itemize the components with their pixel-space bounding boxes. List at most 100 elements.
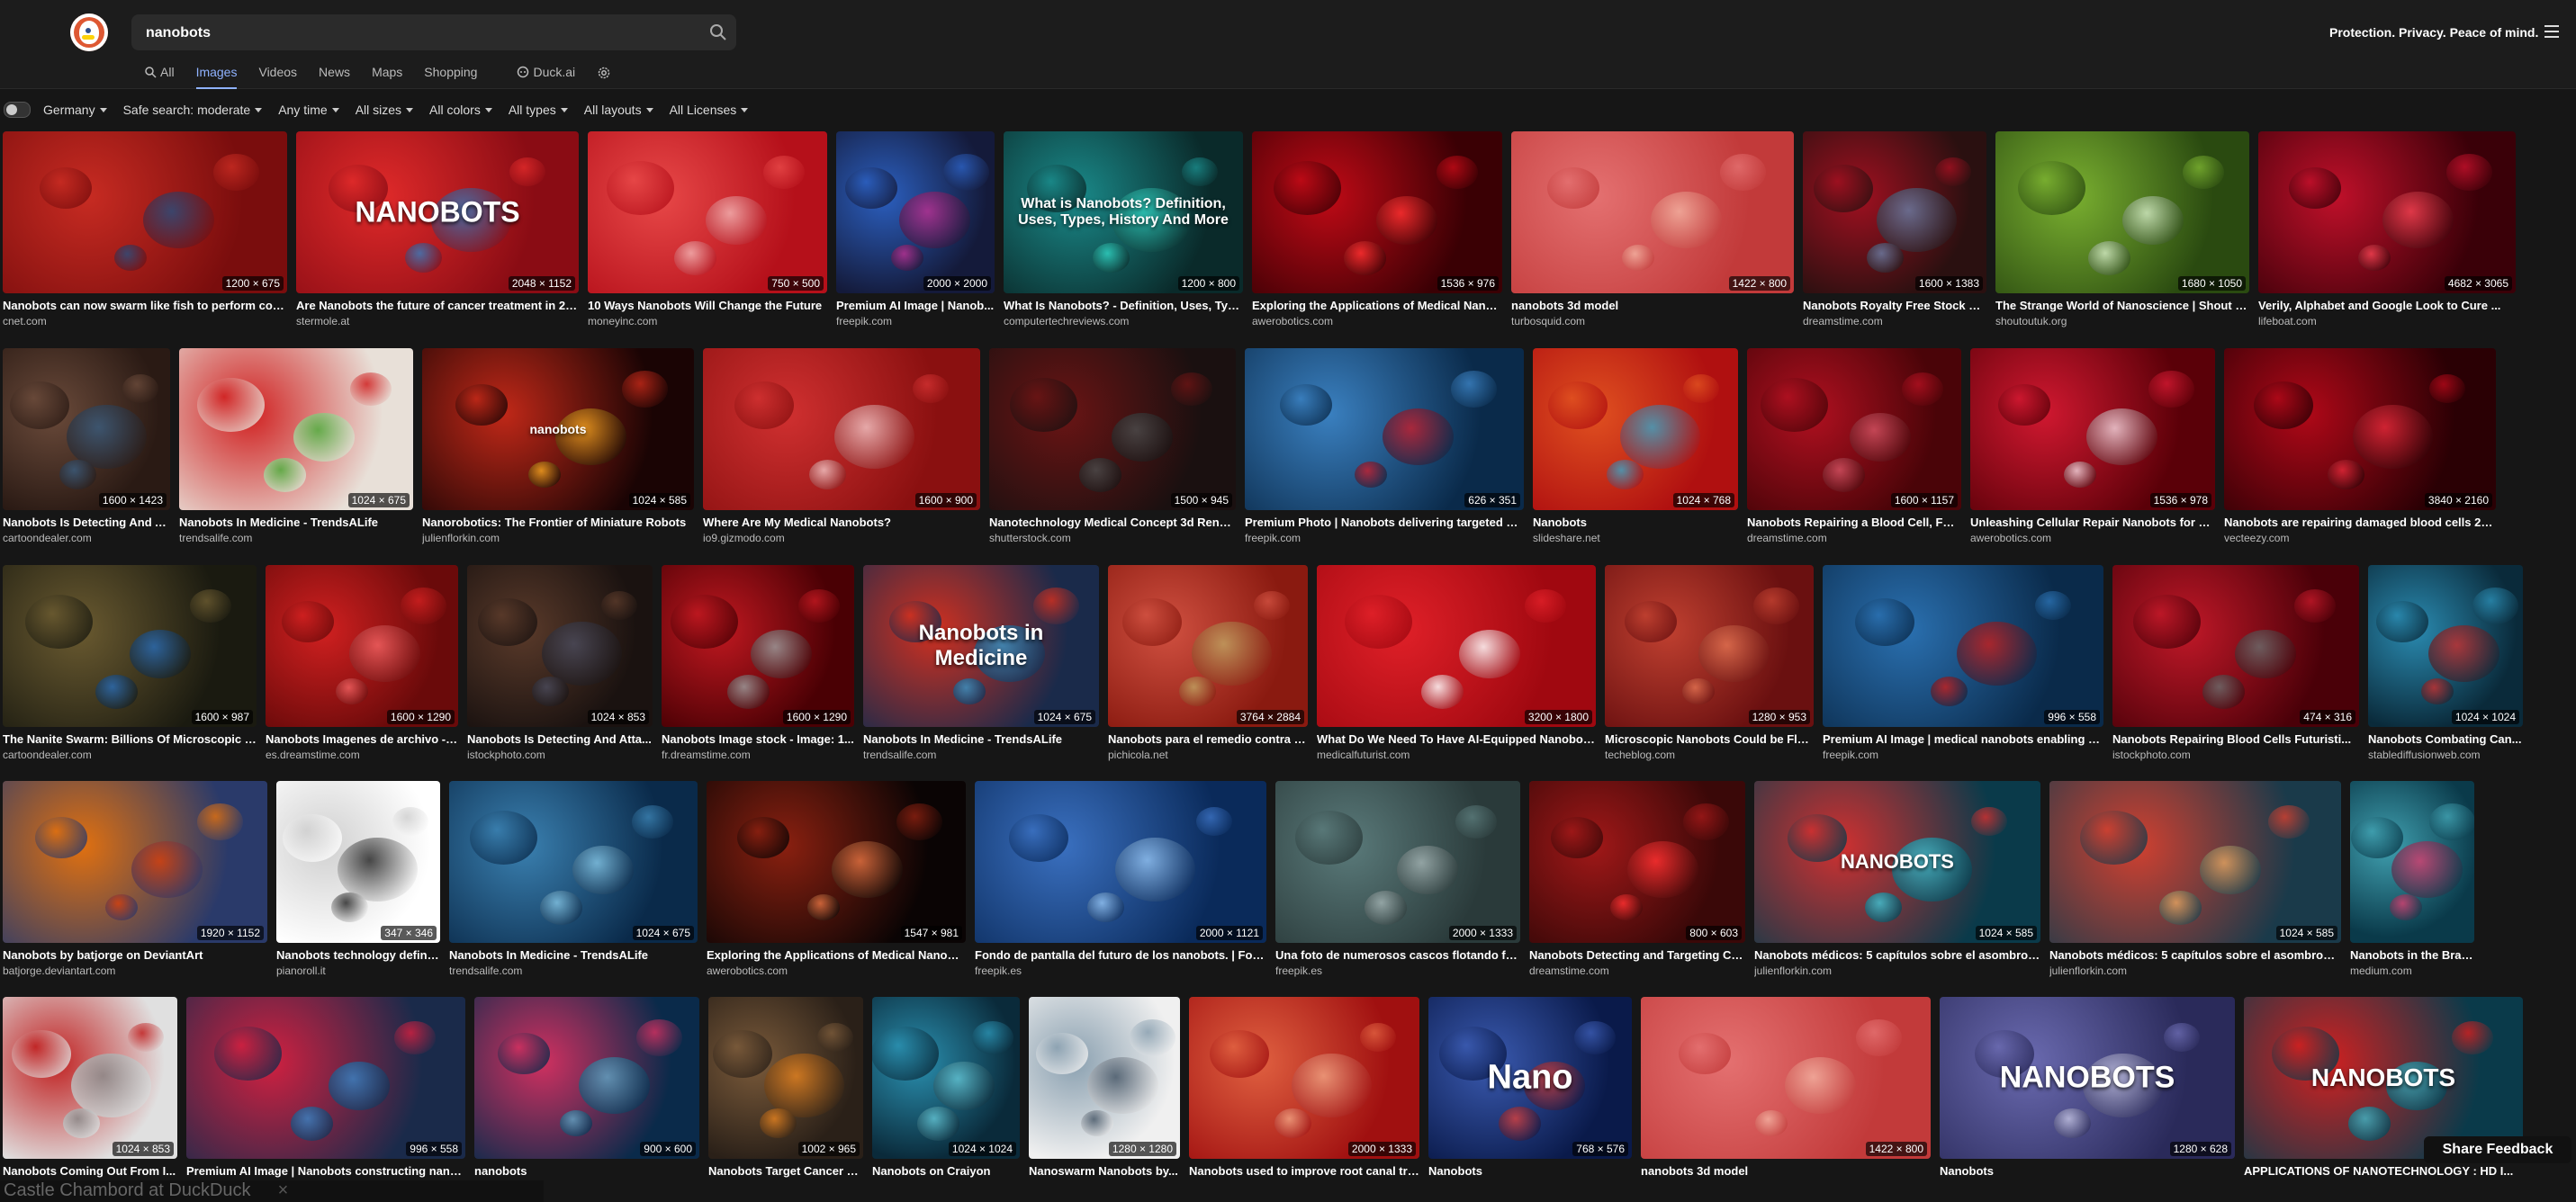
filter-license[interactable]: All Licenses bbox=[670, 103, 749, 117]
image-result[interactable]: 1600 × 987 The Nanite Swarm: Billions Of … bbox=[3, 565, 257, 761]
image-source[interactable]: pianoroll.it bbox=[276, 964, 440, 977]
image-source[interactable]: medium.com bbox=[2350, 964, 2474, 977]
image-result[interactable]: 1024 × 1024 Nanobots on Craiyon bbox=[872, 997, 1020, 1178]
image-result[interactable]: 750 × 500 10 Ways Nanobots Will Change th… bbox=[588, 131, 827, 327]
image-title[interactable]: The Strange World of Nanoscience | Shout… bbox=[1995, 299, 2249, 312]
image-result[interactable]: 1422 × 800 nanobots 3d model bbox=[1641, 997, 1931, 1178]
image-thumbnail[interactable]: NANOBOTS 2048 × 1152 bbox=[296, 131, 579, 293]
filter-region[interactable]: Germany bbox=[43, 103, 107, 117]
image-title[interactable]: Nanotechnology Medical Concept 3d Rende.… bbox=[989, 516, 1236, 529]
image-thumbnail[interactable]: 2000 × 1333 bbox=[1189, 997, 1419, 1159]
close-icon[interactable]: × bbox=[278, 1180, 289, 1200]
image-title[interactable]: Fondo de pantalla del futuro de los nano… bbox=[975, 948, 1266, 962]
image-thumbnail[interactable]: Nano 768 × 576 bbox=[1428, 997, 1632, 1159]
hamburger-menu-icon[interactable] bbox=[2544, 25, 2559, 38]
image-title[interactable]: The Nanite Swarm: Billions Of Microscopi… bbox=[3, 732, 257, 746]
image-thumbnail[interactable]: 1536 × 978 bbox=[1970, 348, 2215, 510]
image-thumbnail[interactable]: 4682 × 3065 bbox=[2258, 131, 2516, 293]
image-title[interactable]: Nanobots used to improve root canal tre.… bbox=[1189, 1164, 1419, 1178]
image-title[interactable]: Nanobots In Medicine - TrendsALife bbox=[179, 516, 413, 529]
tab-duck-ai[interactable]: Duck.ai bbox=[517, 61, 575, 83]
image-title[interactable]: Unleashing Cellular Repair Nanobots for … bbox=[1970, 516, 2215, 529]
image-title[interactable]: Are Nanobots the future of cancer treatm… bbox=[296, 299, 579, 312]
filter-layout[interactable]: All layouts bbox=[584, 103, 653, 117]
image-source[interactable]: istockphoto.com bbox=[2112, 749, 2359, 761]
image-source[interactable]: julienflorkin.com bbox=[422, 532, 694, 544]
image-title[interactable]: Nanobots bbox=[1428, 1164, 1632, 1178]
search-input[interactable] bbox=[144, 14, 688, 52]
image-title[interactable]: Nanobots Target Cancer C... bbox=[708, 1164, 863, 1178]
image-title[interactable]: nanobots bbox=[474, 1164, 699, 1178]
image-title[interactable]: Nanobots bbox=[1940, 1164, 2235, 1178]
image-thumbnail[interactable]: 1547 × 981 bbox=[707, 781, 966, 943]
image-result[interactable]: 1280 × 1280 Nanoswarm Nanobots by... bbox=[1029, 997, 1180, 1178]
image-result[interactable]: 2000 × 2000 Premium AI Image | Nanob... fr… bbox=[836, 131, 995, 327]
image-thumbnail[interactable]: 1200 × 675 bbox=[3, 131, 287, 293]
image-result[interactable]: 347 × 346 Nanobots technology definit... p… bbox=[276, 781, 440, 977]
image-thumbnail[interactable]: 1600 × 1423 bbox=[3, 348, 170, 510]
image-title[interactable]: Nanobots on Craiyon bbox=[872, 1164, 1020, 1178]
image-result[interactable]: 1500 × 945 Nanotechnology Medical Concept… bbox=[989, 348, 1236, 544]
image-result[interactable]: 1536 × 978 Unleashing Cellular Repair Nan… bbox=[1970, 348, 2215, 544]
image-result[interactable]: 1680 × 1050 The Strange World of Nanoscie… bbox=[1995, 131, 2249, 327]
image-thumbnail[interactable]: 1024 × 585 bbox=[2049, 781, 2341, 943]
image-source[interactable]: istockphoto.com bbox=[467, 749, 653, 761]
image-thumbnail[interactable]: 2000 × 1333 bbox=[1275, 781, 1520, 943]
image-result[interactable]: 626 × 351 Premium Photo | Nanobots delive… bbox=[1245, 348, 1524, 544]
image-thumbnail[interactable]: 996 × 558 bbox=[1823, 565, 2103, 727]
image-result[interactable]: NANOBOTS 2048 × 1152 Are Nanobots the futu… bbox=[296, 131, 579, 327]
image-thumbnail[interactable]: 1600 × 1290 bbox=[266, 565, 458, 727]
image-title[interactable]: Nanobots Image stock - Image: 1... bbox=[662, 732, 854, 746]
image-thumbnail[interactable]: 900 × 600 bbox=[474, 997, 699, 1159]
image-result[interactable]: 1600 × 900 Where Are My Medical Nanobots?… bbox=[703, 348, 980, 544]
image-source[interactable]: dreamstime.com bbox=[1803, 315, 1986, 327]
image-result[interactable]: 474 × 316 Nanobots Repairing Blood Cells … bbox=[2112, 565, 2359, 761]
image-source[interactable]: julienflorkin.com bbox=[2049, 964, 2341, 977]
image-source[interactable]: shoutoutuk.org bbox=[1995, 315, 2249, 327]
image-title[interactable]: Nanobots bbox=[1533, 516, 1738, 529]
image-thumbnail[interactable]: What is Nanobots? Definition, Uses, Type… bbox=[1004, 131, 1243, 293]
image-source[interactable]: freepik.es bbox=[975, 964, 1266, 977]
image-result[interactable]: 996 × 558 Premium AI Image | Nanobots con… bbox=[186, 997, 465, 1178]
image-thumbnail[interactable]: 1920 × 1152 bbox=[3, 781, 267, 943]
image-title[interactable]: Nanobots are repairing damaged blood cel… bbox=[2224, 516, 2496, 529]
image-result[interactable]: 2000 × 1333 Nanobots used to improve root… bbox=[1189, 997, 1419, 1178]
image-source[interactable]: batjorge.deviantart.com bbox=[3, 964, 267, 977]
image-source[interactable]: awerobotics.com bbox=[707, 964, 966, 977]
image-result[interactable]: 1422 × 800 nanobots 3d model turbosquid.co… bbox=[1511, 131, 1794, 327]
image-title[interactable]: nanobots 3d model bbox=[1641, 1164, 1931, 1178]
image-title[interactable]: Exploring the Applications of Medical Na… bbox=[1252, 299, 1502, 312]
image-title[interactable]: Nanobots médicos: 5 capítulos sobre el a… bbox=[1754, 948, 2040, 962]
image-result[interactable]: 1547 × 981 Exploring the Applications of … bbox=[707, 781, 966, 977]
image-source[interactable]: slideshare.net bbox=[1533, 532, 1738, 544]
image-thumbnail[interactable]: 2000 × 1121 bbox=[975, 781, 1266, 943]
image-title[interactable]: Premium Photo | Nanobots delivering targ… bbox=[1245, 516, 1524, 529]
image-thumbnail[interactable]: 626 × 351 bbox=[1245, 348, 1524, 510]
share-feedback-button[interactable]: Share Feedback bbox=[2424, 1136, 2571, 1163]
image-source[interactable]: lifeboat.com bbox=[2258, 315, 2516, 327]
image-source[interactable]: moneyinc.com bbox=[588, 315, 827, 327]
tab-maps[interactable]: Maps bbox=[372, 61, 402, 83]
image-thumbnail[interactable]: Nanobots in Medicine 1024 × 675 bbox=[863, 565, 1099, 727]
image-thumbnail[interactable]: NANOBOTS 1280 × 628 bbox=[1940, 997, 2235, 1159]
image-thumbnail[interactable]: 3840 × 2160 bbox=[2224, 348, 2496, 510]
image-result[interactable]: 3840 × 2160 Nanobots are repairing damage… bbox=[2224, 348, 2496, 544]
image-source[interactable]: vecteezy.com bbox=[2224, 532, 2496, 544]
image-result[interactable]: What is Nanobots? Definition, Uses, Type… bbox=[1004, 131, 1243, 327]
image-result[interactable]: 1536 × 976 Exploring the Applications of … bbox=[1252, 131, 1502, 327]
image-result[interactable]: NANOBOTS 1280 × 628 Nanobots bbox=[1940, 997, 2235, 1178]
image-thumbnail[interactable]: NANOBOTS bbox=[2244, 997, 2523, 1159]
filter-safe-search[interactable]: Safe search: moderate bbox=[123, 103, 263, 117]
image-thumbnail[interactable]: 1422 × 800 bbox=[1641, 997, 1931, 1159]
image-result[interactable]: 3764 × 2884 Nanobots para el remedio cont… bbox=[1108, 565, 1308, 761]
image-thumbnail[interactable]: 1600 × 900 bbox=[703, 348, 980, 510]
image-title[interactable]: Nanobots Is Detecting And A... bbox=[3, 516, 170, 529]
image-title[interactable]: Premium AI Image | Nanobots constructing… bbox=[186, 1164, 465, 1178]
image-title[interactable]: Nanoswarm Nanobots by... bbox=[1029, 1164, 1180, 1178]
image-title[interactable]: Premium AI Image | Nanob... bbox=[836, 299, 995, 312]
image-title[interactable]: Nanobots technology definit... bbox=[276, 948, 440, 962]
image-title[interactable]: Exploring the Applications of Medical Na… bbox=[707, 948, 966, 962]
image-result[interactable]: 1600 × 1423 Nanobots Is Detecting And A..… bbox=[3, 348, 170, 544]
tab-news[interactable]: News bbox=[319, 61, 350, 83]
image-title[interactable]: Nanobots Royalty Free Stock Ph... bbox=[1803, 299, 1986, 312]
